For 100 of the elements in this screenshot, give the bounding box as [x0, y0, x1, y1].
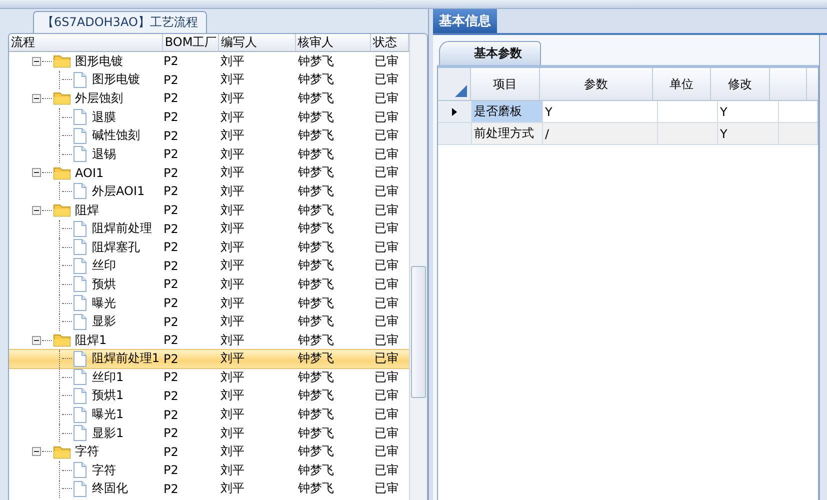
collapse-icon[interactable]	[32, 336, 41, 345]
tree-item-label[interactable]: 外层AOI1	[92, 182, 145, 200]
reviewer-cell-text: 钟梦飞	[296, 276, 335, 293]
status-cell-text: 已审	[373, 71, 400, 88]
document-icon	[73, 128, 87, 144]
bom-cell-text: P2	[162, 388, 180, 403]
bom-cell-text: P2	[162, 258, 180, 273]
bom-cell-text: P2	[162, 277, 180, 292]
reviewer-cell-text: 钟梦飞	[296, 71, 335, 88]
author-cell-text: 刘平	[220, 424, 246, 442]
tree-item-label[interactable]: 曝光1	[92, 406, 124, 424]
row-header[interactable]	[438, 101, 472, 122]
status-cell-text: 已审	[373, 443, 400, 460]
tree-item-label[interactable]: 阻焊前处理	[92, 220, 152, 238]
tree-item-label[interactable]: 阻焊	[75, 202, 99, 219]
tree-item-label[interactable]: 阻焊1	[75, 332, 107, 349]
author-cell-text: 刘平	[220, 406, 246, 424]
folder-icon	[53, 54, 71, 68]
document-icon	[73, 480, 87, 497]
reviewer-cell-text: 钟梦飞	[296, 480, 335, 498]
status-cell-text: 已审	[373, 350, 400, 368]
column-header[interactable]: 单位	[653, 68, 711, 100]
panel-tab[interactable]: 【6S7ADOH3AO】工艺流程	[33, 11, 207, 33]
tree-item-label[interactable]: 丝印	[92, 257, 116, 274]
document-icon	[73, 295, 87, 312]
tree-item-label[interactable]: 显影1	[92, 424, 124, 442]
tree-item-label[interactable]: AOI1	[75, 166, 104, 180]
bom-cell-text: P2	[162, 91, 180, 106]
author-cell-text: 刘平	[220, 238, 246, 256]
author-cell-text: 刘平	[220, 294, 246, 312]
document-icon	[73, 388, 87, 404]
tree-item-label[interactable]: 预烘1	[92, 387, 124, 404]
reviewer-cell-text: 钟梦飞	[296, 424, 335, 442]
status-cell-text: 已审	[373, 238, 400, 256]
tree-item-label[interactable]: 显影	[92, 313, 116, 330]
tree-item-label[interactable]: 字符	[92, 462, 116, 479]
bom-cell-text: P2	[162, 333, 180, 348]
document-icon	[73, 239, 87, 256]
bom-cell-text: P2	[162, 147, 180, 162]
reviewer-cell-text: 钟梦飞	[296, 462, 335, 479]
tree-item-label[interactable]: 外层蚀刻	[75, 90, 123, 107]
tree-item-label[interactable]: 图形电镀	[92, 71, 140, 88]
reviewer-cell-text: 钟梦飞	[296, 350, 335, 368]
collapse-icon[interactable]	[32, 168, 41, 178]
author-cell-text: 刘平	[220, 276, 246, 293]
column-header[interactable]: 编写人	[219, 34, 296, 51]
tree-item-label[interactable]: 碱性蚀刻	[92, 127, 140, 144]
author-cell-text: 刘平	[220, 313, 246, 330]
author-cell-text: 刘平	[220, 52, 246, 70]
tree-item-label[interactable]: 终固化	[92, 480, 128, 498]
status-cell-text: 已审	[373, 220, 400, 238]
author-cell-text: 刘平	[220, 443, 246, 460]
tree-item-label[interactable]: 阻焊前处理1	[92, 350, 160, 368]
bom-cell-text: P2	[162, 408, 180, 422]
author-cell-text: 刘平	[220, 146, 246, 163]
reviewer-cell-text: 钟梦飞	[296, 127, 335, 144]
column-header[interactable]: BOM工厂	[162, 34, 220, 51]
status-cell-text: 已审	[373, 276, 400, 293]
author-cell-text: 刘平	[220, 480, 246, 498]
reviewer-cell-text: 钟梦飞	[296, 146, 335, 163]
document-icon	[73, 146, 87, 162]
status-cell-text: 已审	[373, 164, 400, 182]
status-cell-text: 已审	[373, 368, 400, 386]
tree-item-label[interactable]: 字符	[75, 443, 99, 460]
bom-cell-text: P2	[162, 352, 180, 366]
status-cell-text: 已审	[373, 462, 400, 479]
bom-cell-text: P2	[162, 296, 180, 310]
status-cell-text: 已审	[373, 257, 400, 274]
collapse-icon[interactable]	[32, 94, 41, 103]
folder-icon	[53, 203, 71, 218]
column-header[interactable]: 修改	[711, 68, 770, 100]
tree-item-label[interactable]: 曝光	[92, 294, 116, 312]
status-cell-text: 已审	[373, 90, 400, 107]
tree-item-label[interactable]: 退锡	[92, 146, 116, 163]
column-header[interactable]: 核审人	[296, 34, 372, 51]
column-header[interactable]: 流程	[9, 34, 163, 51]
tree-item-label[interactable]: 退膜	[92, 108, 116, 126]
tab[interactable]: 基本参数	[439, 41, 541, 65]
bom-cell-text: P2	[162, 72, 180, 87]
reviewer-cell-text: 钟梦飞	[296, 220, 335, 238]
document-icon	[73, 462, 87, 478]
status-cell-text: 已审	[373, 202, 400, 219]
table-cell: Y	[718, 123, 779, 144]
corner-header[interactable]	[438, 68, 471, 100]
table-cell: /	[543, 123, 658, 144]
folder-icon	[53, 91, 71, 106]
bom-cell-text: P2	[162, 444, 180, 459]
status-cell-text: 已审	[373, 108, 400, 126]
tree-item-label[interactable]: 预烘	[92, 276, 116, 293]
column-header[interactable]: 项目	[471, 68, 540, 100]
collapse-icon[interactable]	[32, 447, 41, 456]
tab[interactable]: 基本信息	[433, 9, 497, 33]
collapse-icon[interactable]	[32, 206, 41, 215]
tree-item-label[interactable]: 阻焊塞孔	[92, 238, 140, 256]
document-icon	[72, 350, 87, 367]
collapse-icon[interactable]	[32, 56, 41, 66]
column-header[interactable]: 参数	[540, 68, 653, 100]
tree-item-label[interactable]: 图形电镀	[75, 52, 123, 70]
scrollbar[interactable]	[409, 34, 427, 500]
tree-item-label[interactable]: 丝印1	[92, 368, 124, 386]
